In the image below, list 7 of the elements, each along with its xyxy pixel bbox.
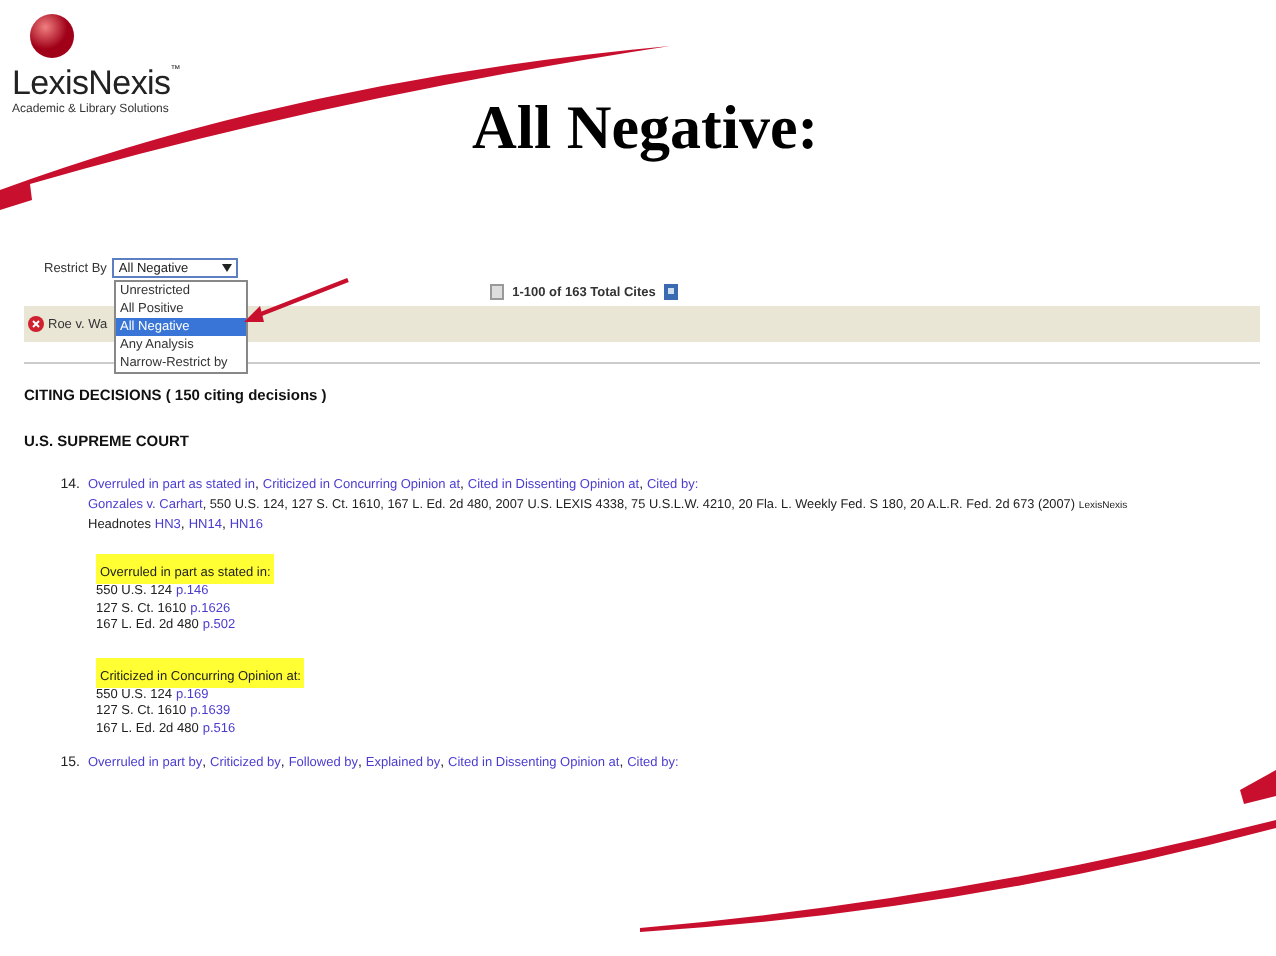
document-icon[interactable] — [490, 284, 505, 300]
arrow-drawing — [240, 276, 352, 328]
caret-icon — [222, 264, 233, 272]
x-circle-icon — [28, 316, 44, 332]
slide-title: All Negative: — [472, 92, 819, 164]
document-icon[interactable] — [663, 284, 678, 300]
globe-logo-icon — [28, 12, 76, 60]
